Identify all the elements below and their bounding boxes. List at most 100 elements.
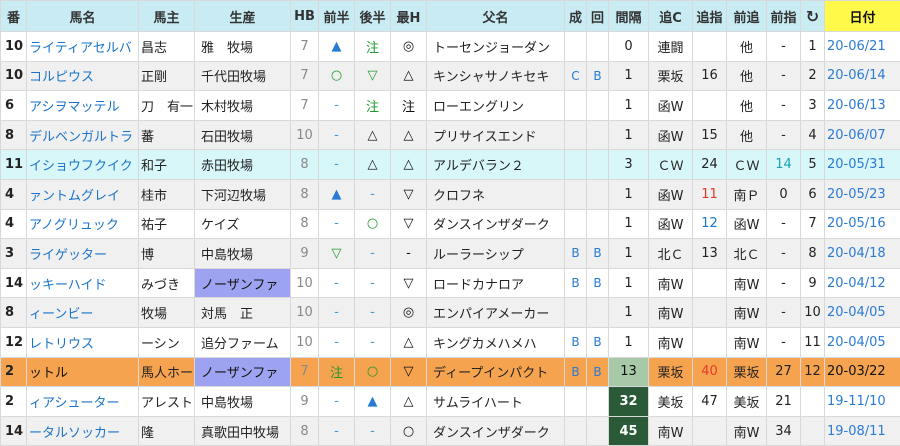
horse-name-link[interactable]: コルピウス <box>27 61 139 91</box>
sire-name: クロフネ <box>427 179 565 209</box>
col-follow-pt[interactable]: 追指 <box>693 1 727 32</box>
table-row[interactable]: 4ァントムグレイ桂市下河辺牧場8▲-▽クロフネ1函W11南Ｐ0620-05/23 <box>1 179 900 209</box>
col-follow-c[interactable]: 追C <box>649 1 693 32</box>
horse-name-link[interactable]: イショウフクイク <box>27 150 139 180</box>
table-row[interactable]: 8ィーンビー牧場対馬 正10--◎エンパイアメーカー1南W南W-1020-04/… <box>1 298 900 328</box>
sire-name: ダンスインザダーク <box>427 209 565 239</box>
horse-name-link[interactable]: ライゲッター <box>27 239 139 269</box>
horse-name-link[interactable]: レトリウス <box>27 327 139 357</box>
table-row[interactable]: 12レトリウスーシン追分ファーム10--△キングカメハメハBB1南W南W-112… <box>1 327 900 357</box>
second-half-mark: ▲ <box>355 387 391 417</box>
race-date-link[interactable]: 20-05/16 <box>825 209 900 239</box>
row-num: 2 <box>1 357 27 387</box>
col-first-half[interactable]: 前半 <box>319 1 355 32</box>
race-date-link[interactable]: 20-04/18 <box>825 239 900 269</box>
col-round[interactable]: 回 <box>587 1 609 32</box>
row-num: 2 <box>1 387 27 417</box>
table-row[interactable]: 2ィアシューターアレスト中島牧場9-▲△サムライハート32美坂47美坂2119-… <box>1 387 900 417</box>
hb-value: 9 <box>291 239 319 269</box>
rank-value: 10 <box>801 298 825 328</box>
race-date-link[interactable]: 19-11/10 <box>825 387 900 417</box>
win-grade <box>565 298 587 328</box>
interval-value: 13 <box>609 357 649 387</box>
breeder-name: 対馬 正 <box>195 298 291 328</box>
col-pre-pt[interactable]: 前指 <box>767 1 801 32</box>
hb-value: 9 <box>291 387 319 417</box>
first-half-mark: ▲ <box>319 179 355 209</box>
horse-name-link[interactable]: ィーンビー <box>27 298 139 328</box>
first-half-mark: - <box>319 327 355 357</box>
col-date[interactable]: 日付 <box>825 1 900 32</box>
col-horse[interactable]: 馬名 <box>27 1 139 32</box>
horse-name-link[interactable]: ィアシューター <box>27 387 139 417</box>
col-win[interactable]: 成 <box>565 1 587 32</box>
horse-name-link[interactable]: ットル <box>27 357 139 387</box>
col-num[interactable]: 番 <box>1 1 27 32</box>
col-hb[interactable]: HB <box>291 1 319 32</box>
table-row[interactable]: 8デルベンガルトラ蕃石田牧場10-△△プリサイスエンド1函W15他-420-06… <box>1 120 900 150</box>
table-row[interactable]: 4アノグリュック祐子ケイズ8-○▽ダンスインザダーク1函W12函W-720-05… <box>1 209 900 239</box>
win-grade: B <box>565 239 587 269</box>
race-date-link[interactable]: 20-06/14 <box>825 61 900 91</box>
race-date-link[interactable]: 19-08/11 <box>825 416 900 446</box>
col-last-h[interactable]: 最H <box>391 1 427 32</box>
pre-point: 27 <box>767 357 801 387</box>
last-h-mark: ○ <box>391 416 427 446</box>
pre-point: 21 <box>767 387 801 417</box>
hb-value: 10 <box>291 298 319 328</box>
round-grade <box>587 150 609 180</box>
round-grade <box>587 209 609 239</box>
horse-name-link[interactable]: ッキーハイド <box>27 268 139 298</box>
col-pre-follow[interactable]: 前追 <box>727 1 767 32</box>
col-second-half[interactable]: 後半 <box>355 1 391 32</box>
follow-point: 47 <box>693 387 727 417</box>
race-date-link[interactable]: 20-04/05 <box>825 327 900 357</box>
owner-name: 牧場 <box>139 298 195 328</box>
table-row[interactable]: 10ライティアセルバ昌志雅 牧場7▲注◎トーセンジョーダン0連闘他-120-06… <box>1 32 900 62</box>
table-row[interactable]: 14ータルソッカー隆真歌田中牧場8--○ダンスインザダーク45南W南W3419-… <box>1 416 900 446</box>
horse-name-link[interactable]: アノグリュック <box>27 209 139 239</box>
table-row[interactable]: 11イショウフクイク和子赤田牧場8-△△アルデバラン２3ＣＷ24ＣＷ14520-… <box>1 150 900 180</box>
race-date-link[interactable]: 20-03/22 <box>825 357 900 387</box>
race-date-link[interactable]: 20-06/07 <box>825 120 900 150</box>
sire-name: キンシャサノキセキ <box>427 61 565 91</box>
col-rider[interactable]: 馬主 <box>139 1 195 32</box>
first-half-mark: - <box>319 120 355 150</box>
table-row[interactable]: 10コルピウス正剛千代田牧場7○▽△キンシャサノキセキCB1栗坂16他-220-… <box>1 61 900 91</box>
refresh-icon[interactable]: ↻ <box>801 1 825 32</box>
race-date-link[interactable]: 20-04/05 <box>825 298 900 328</box>
follow-course: 美坂 <box>649 387 693 417</box>
horse-name-link[interactable]: ァントムグレイ <box>27 179 139 209</box>
second-half-mark: - <box>355 239 391 269</box>
follow-point <box>693 268 727 298</box>
race-date-link[interactable]: 20-05/23 <box>825 179 900 209</box>
col-farm[interactable]: 生産 <box>195 1 291 32</box>
interval-value: 1 <box>609 298 649 328</box>
last-h-mark: ◎ <box>391 298 427 328</box>
hb-value: 7 <box>291 91 319 121</box>
breeder-name: 追分ファーム <box>195 327 291 357</box>
col-interval[interactable]: 間隔 <box>609 1 649 32</box>
follow-course: 函W <box>649 209 693 239</box>
race-date-link[interactable]: 20-06/21 <box>825 32 900 62</box>
hb-value: 10 <box>291 327 319 357</box>
race-date-link[interactable]: 20-04/12 <box>825 268 900 298</box>
horse-name-link[interactable]: ライティアセルバ <box>27 32 139 62</box>
table-row[interactable]: 6アシヲマッテル刀 有一木村牧場7-注注ローエングリン1函W他-320-06/1… <box>1 91 900 121</box>
win-grade <box>565 150 587 180</box>
horse-name-link[interactable]: デルベンガルトラ <box>27 120 139 150</box>
second-half-mark: ▽ <box>355 61 391 91</box>
horse-name-link[interactable]: アシヲマッテル <box>27 91 139 121</box>
row-num: 12 <box>1 327 27 357</box>
follow-point: 11 <box>693 179 727 209</box>
table-row[interactable]: 3ライゲッター博中島牧場9▽--ルーラーシップBB1北Ｃ13北Ｃ-820-04/… <box>1 239 900 269</box>
table-row[interactable]: 14ッキーハイドみづきノーザンファ10--▽ロードカナロアBB1南W南W-920… <box>1 268 900 298</box>
table-row[interactable]: 2ットル馬人ホーノーザンファ7注○▽ディープインパクトBB13栗坂40栗坂271… <box>1 357 900 387</box>
second-half-mark: 注 <box>355 32 391 62</box>
horse-name-link[interactable]: ータルソッカー <box>27 416 139 446</box>
col-sire[interactable]: 父名 <box>427 1 565 32</box>
race-date-link[interactable]: 20-05/31 <box>825 150 900 180</box>
first-half-mark: - <box>319 150 355 180</box>
win-grade <box>565 387 587 417</box>
race-date-link[interactable]: 20-06/13 <box>825 91 900 121</box>
